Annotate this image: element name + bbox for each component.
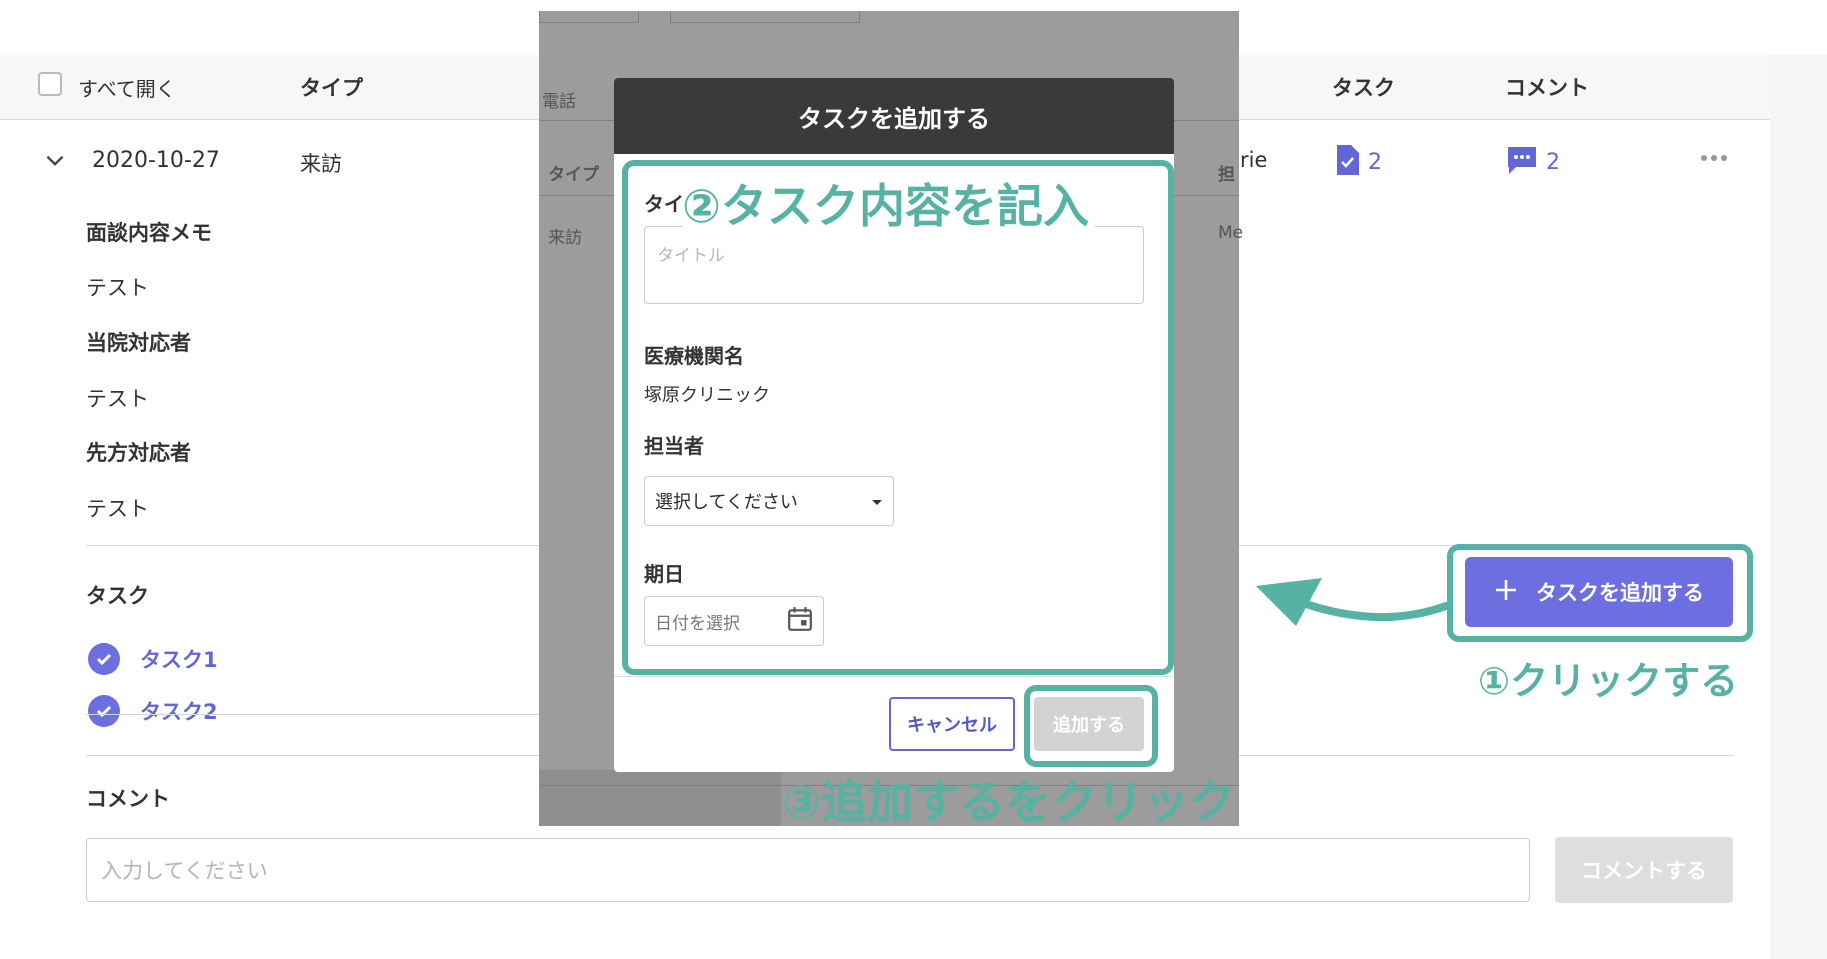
annotation-step3: ③追加するをクリック (782, 775, 1235, 829)
cancel-button[interactable]: キャンセル (889, 697, 1015, 751)
plus-icon (1494, 578, 1518, 607)
partner-staff-label: 先方対応者 (86, 441, 191, 465)
comment-count: 2 (1546, 149, 1560, 175)
comment-placeholder: 入力してください (101, 859, 268, 883)
curved-arrow-icon (1250, 570, 1450, 638)
modal-footer-divider (614, 676, 1174, 677)
task-item[interactable]: タスク2 (88, 695, 218, 727)
chevron-down-icon[interactable] (42, 148, 68, 178)
row-assignee: rie (1240, 148, 1268, 172)
ghost-cell-assignee: Me (1218, 223, 1244, 243)
ghost-tab-phone: 電話 (542, 92, 576, 112)
annotation-highlight-submit (1024, 685, 1158, 767)
col-header-type: タイプ (300, 76, 363, 100)
select-all-label: すべて開く (78, 77, 176, 101)
our-staff-label: 当院対応者 (86, 331, 191, 355)
ghost-line (539, 195, 614, 196)
comment-label: コメント (86, 787, 170, 811)
ghost-line (1174, 120, 1239, 121)
task-link[interactable]: タスク2 (140, 696, 218, 726)
row-date: 2020-10-27 (92, 148, 220, 173)
document-check-icon (1334, 144, 1360, 180)
our-staff-value: テスト (86, 387, 149, 411)
side-panel (1770, 55, 1827, 959)
ghost-line (539, 120, 614, 121)
ghost-col-type: タイプ (548, 165, 599, 185)
memo-value: テスト (86, 276, 149, 300)
ghost-line (1174, 195, 1239, 196)
ghost-control (539, 11, 639, 23)
modal-backdrop-lower (539, 770, 781, 826)
annotation-step2: ②タスク内容を記入 (682, 170, 1095, 236)
ghost-col-assignee: 担 (1218, 165, 1235, 185)
task-item[interactable]: タスク1 (88, 643, 218, 675)
partner-staff-value: テスト (86, 497, 149, 521)
ghost-cell-type: 来訪 (548, 228, 582, 248)
modal-title: タスクを追加する (614, 78, 1174, 154)
annotation-highlight-form (622, 160, 1174, 675)
col-header-task: タスク (1332, 76, 1395, 100)
memo-label: 面談内容メモ (86, 221, 212, 245)
check-circle-icon[interactable] (88, 695, 120, 727)
chat-bubble-icon (1506, 144, 1538, 180)
row-type: 来訪 (300, 152, 342, 176)
add-task-label: タスクを追加する (1536, 581, 1704, 605)
comment-input[interactable]: 入力してください (86, 838, 1530, 902)
task-count-link[interactable]: 2 (1334, 144, 1382, 180)
task-link[interactable]: タスク1 (140, 644, 218, 674)
tasks-label: タスク (86, 584, 149, 608)
annotation-step1: ①クリックする (1478, 659, 1739, 703)
comment-submit-button[interactable]: コメントする (1555, 837, 1733, 903)
add-task-button[interactable]: タスクを追加する (1465, 557, 1733, 627)
task-count: 2 (1368, 149, 1382, 175)
ghost-control (670, 11, 860, 23)
check-circle-icon[interactable] (88, 643, 120, 675)
col-header-comment: コメント (1505, 76, 1589, 100)
select-all-checkbox[interactable] (38, 72, 62, 96)
more-horizontal-icon[interactable] (1700, 148, 1728, 167)
comment-count-link[interactable]: 2 (1506, 144, 1560, 180)
